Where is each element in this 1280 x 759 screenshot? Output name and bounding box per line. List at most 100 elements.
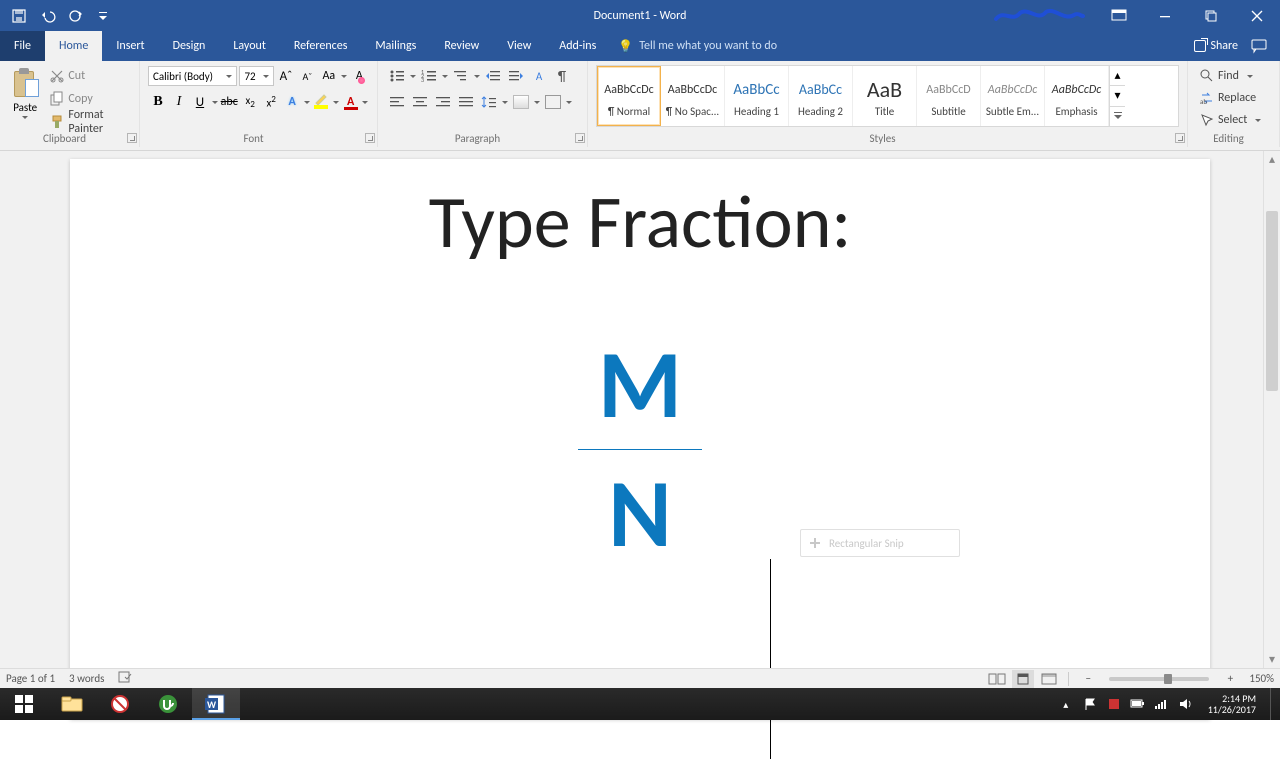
maximize-button[interactable]	[1188, 0, 1234, 31]
save-icon[interactable]	[6, 4, 32, 28]
align-left-button[interactable]	[386, 91, 408, 113]
style-title[interactable]: AaBTitle	[853, 66, 917, 126]
superscript-button[interactable]: x2	[261, 91, 281, 113]
page-indicator[interactable]: Page 1 of 1	[6, 672, 55, 685]
minimize-button[interactable]	[1142, 0, 1188, 31]
style-heading-2[interactable]: AaBbCcHeading 2	[789, 66, 853, 126]
font-color-button[interactable]: A	[341, 91, 361, 113]
borders-button[interactable]	[542, 91, 564, 113]
comments-pane-icon[interactable]	[1252, 39, 1268, 53]
qat-customize-icon[interactable]	[90, 4, 116, 28]
vertical-scrollbar[interactable]: ▴ ▾	[1263, 151, 1280, 668]
borders-dropdown[interactable]	[565, 101, 573, 104]
styles-dialog-launcher[interactable]	[1175, 133, 1185, 143]
shading-dropdown[interactable]	[533, 101, 541, 104]
fraction-equation[interactable]: M N	[570, 337, 710, 562]
ribbon-options-icon[interactable]	[1096, 0, 1142, 31]
tell-me-search[interactable]: 💡 Tell me what you want to do	[618, 31, 777, 61]
grow-font-button[interactable]: Aˆ	[276, 65, 295, 87]
tab-review[interactable]: Review	[430, 31, 493, 61]
document-area[interactable]: Type Fraction: M N Rectangular Snip	[0, 151, 1280, 668]
zoom-slider[interactable]	[1109, 677, 1209, 681]
bold-button[interactable]: B	[148, 91, 168, 113]
tab-insert[interactable]: Insert	[102, 31, 158, 61]
tab-mailings[interactable]: Mailings	[361, 31, 430, 61]
tab-design[interactable]: Design	[159, 31, 220, 61]
style--normal[interactable]: AaBbCcDc¶ Normal	[597, 66, 661, 126]
numbering-button[interactable]: 123	[418, 65, 440, 87]
bullets-button[interactable]	[386, 65, 408, 87]
style--no-spac-[interactable]: AaBbCcDc¶ No Spac...	[661, 66, 725, 126]
zoom-in-button[interactable]: +	[1219, 670, 1241, 688]
line-spacing-button[interactable]	[478, 91, 500, 113]
select-button[interactable]: Select	[1196, 109, 1271, 131]
cut-button[interactable]: Cut	[46, 65, 131, 87]
taskbar-word[interactable]: W	[192, 688, 240, 720]
increase-indent-button[interactable]	[505, 65, 527, 87]
font-dialog-launcher[interactable]	[365, 133, 375, 143]
tray-network-icon[interactable]	[1154, 696, 1170, 712]
font-size-combo[interactable]: 72	[239, 66, 274, 86]
clear-formatting-button[interactable]: A	[350, 65, 369, 87]
show-desktop-button[interactable]	[1270, 688, 1276, 720]
tray-battery-icon[interactable]	[1130, 696, 1146, 712]
bullets-dropdown[interactable]	[409, 75, 417, 78]
change-case-dropdown[interactable]	[341, 75, 348, 78]
word-count[interactable]: 3 words	[69, 672, 104, 685]
style-subtitle[interactable]: AaBbCcDSubtitle	[917, 66, 981, 126]
tray-show-hidden-icon[interactable]: ▴	[1058, 696, 1074, 712]
justify-button[interactable]	[455, 91, 477, 113]
subscript-button[interactable]: x2	[240, 91, 260, 113]
replace-button[interactable]: abReplace	[1196, 87, 1271, 109]
tab-references[interactable]: References	[280, 31, 362, 61]
page[interactable]: Type Fraction: M N Rectangular Snip	[70, 159, 1210, 719]
paste-button[interactable]: Paste	[8, 65, 42, 133]
style-subtle-em-[interactable]: AaBbCcDcSubtle Em...	[981, 66, 1045, 126]
highlight-button[interactable]	[311, 91, 331, 113]
close-button[interactable]	[1234, 0, 1280, 31]
show-marks-button[interactable]: ¶	[551, 65, 573, 87]
gallery-down[interactable]: ▾	[1110, 86, 1125, 106]
style-emphasis[interactable]: AaBbCcDcEmphasis	[1045, 66, 1109, 126]
tab-addins[interactable]: Add-ins	[545, 31, 610, 61]
multilevel-list-button[interactable]	[450, 65, 472, 87]
underline-button[interactable]: U	[190, 91, 210, 113]
tray-clock[interactable]: 2:14 PM 11/26/2017	[1202, 693, 1262, 715]
italic-button[interactable]: I	[169, 91, 189, 113]
tab-view[interactable]: View	[493, 31, 545, 61]
text-effects-dropdown[interactable]	[303, 101, 310, 104]
numbering-dropdown[interactable]	[441, 75, 449, 78]
taskbar-utorrent[interactable]	[144, 688, 192, 720]
print-layout-button[interactable]	[1012, 670, 1034, 688]
zoom-out-button[interactable]: −	[1077, 670, 1099, 688]
tab-file[interactable]: File	[0, 31, 45, 61]
proofing-icon[interactable]	[118, 670, 134, 687]
text-effects-button[interactable]: A	[282, 91, 302, 113]
tab-home[interactable]: Home	[45, 31, 102, 61]
underline-dropdown[interactable]	[211, 101, 218, 104]
tab-layout[interactable]: Layout	[219, 31, 280, 61]
taskbar-explorer[interactable]	[48, 688, 96, 720]
clipboard-dialog-launcher[interactable]	[127, 133, 137, 143]
font-color-dropdown[interactable]	[362, 101, 369, 104]
style-heading-1[interactable]: AaBbCcHeading 1	[725, 66, 789, 126]
scroll-up-button[interactable]: ▴	[1264, 151, 1280, 168]
web-layout-button[interactable]	[1038, 670, 1060, 688]
copy-button[interactable]: Copy	[46, 88, 131, 110]
highlight-dropdown[interactable]	[332, 101, 339, 104]
paragraph-dialog-launcher[interactable]	[575, 133, 585, 143]
font-name-combo[interactable]: Calibri (Body)	[148, 66, 237, 86]
sort-button[interactable]: A	[528, 65, 550, 87]
zoom-level[interactable]: 150%	[1249, 672, 1274, 685]
change-case-button[interactable]: Aa	[319, 65, 338, 87]
gallery-up[interactable]: ▴	[1110, 66, 1125, 86]
share-button[interactable]: Share	[1194, 39, 1238, 53]
gallery-more[interactable]	[1110, 107, 1125, 126]
shrink-font-button[interactable]: Aˇ	[298, 65, 317, 87]
format-painter-button[interactable]: Format Painter	[46, 111, 131, 133]
tray-volume-icon[interactable]	[1178, 696, 1194, 712]
start-button[interactable]	[0, 688, 48, 720]
tray-flag-icon[interactable]	[1082, 696, 1098, 712]
taskbar-app-1[interactable]	[96, 688, 144, 720]
scroll-down-button[interactable]: ▾	[1264, 651, 1280, 668]
